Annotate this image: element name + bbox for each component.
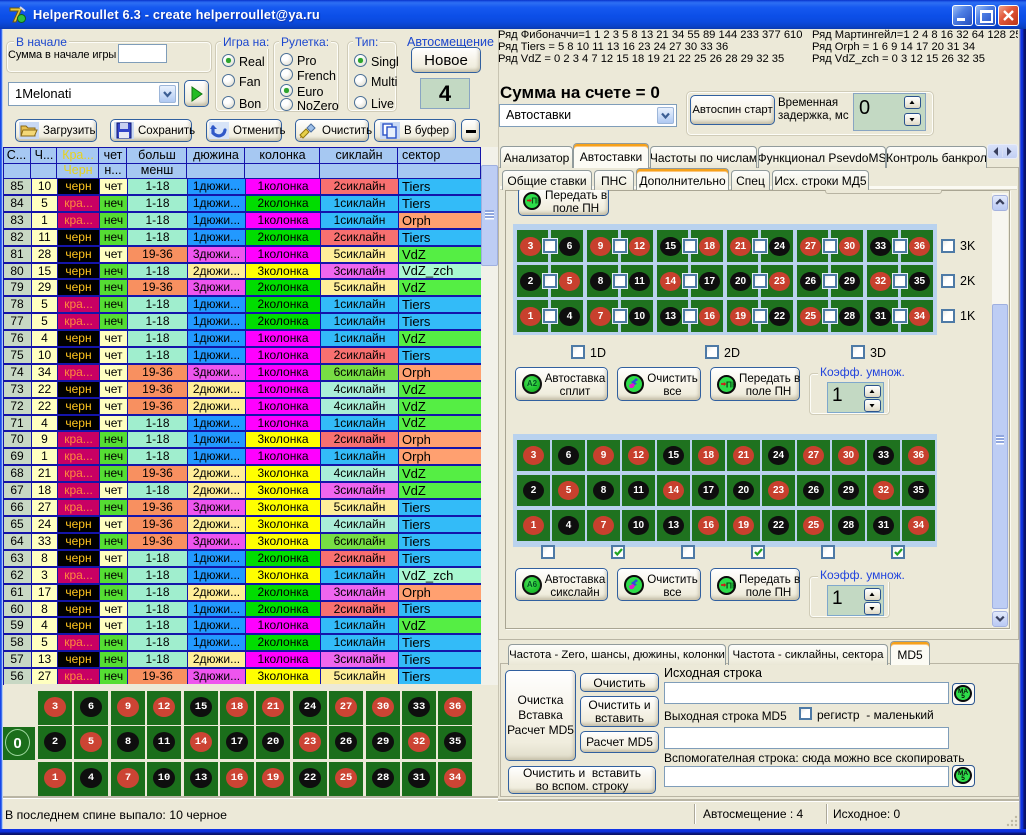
svg-text:ПН: ПН — [725, 379, 733, 389]
svg-text:ПН: ПН — [531, 197, 539, 206]
svg-text:ПН: ПН — [725, 580, 733, 590]
